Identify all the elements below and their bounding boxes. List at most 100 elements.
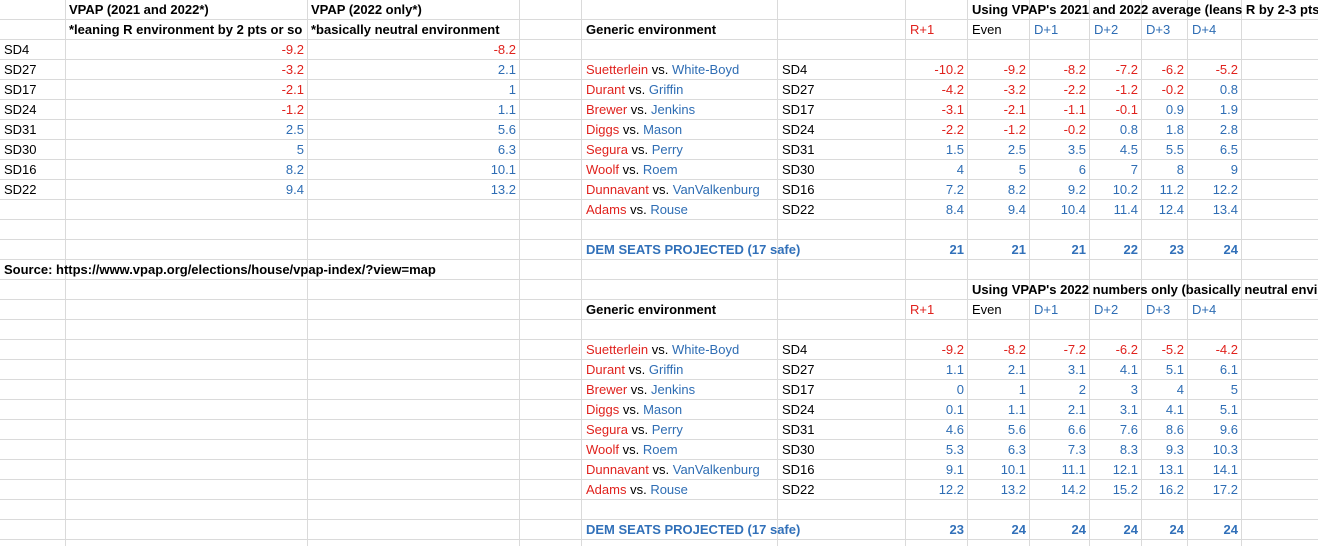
projected-margin[interactable]: 4 [1142, 380, 1184, 400]
district-label[interactable]: SD22 [4, 180, 37, 200]
matchup-district[interactable]: SD24 [782, 120, 815, 140]
projected-margin[interactable]: 6.3 [968, 440, 1026, 460]
vpap-avg-margin[interactable]: 2.5 [66, 120, 304, 140]
projected-margin[interactable]: 8.4 [906, 200, 964, 220]
projected-margin[interactable]: 12.2 [906, 480, 964, 500]
projected-margin[interactable]: 2.5 [968, 140, 1026, 160]
dem-seats-count[interactable]: 21 [906, 240, 964, 260]
matchup-cell[interactable]: Adams vs. Rouse [586, 200, 688, 220]
matchup-district[interactable]: SD30 [782, 160, 815, 180]
projected-margin[interactable]: 0.8 [1188, 80, 1238, 100]
dem-seats-label[interactable]: DEM SEATS PROJECTED (17 safe) [586, 240, 800, 260]
projected-margin[interactable]: -10.2 [906, 60, 964, 80]
projected-margin[interactable]: 5.1 [1188, 400, 1238, 420]
environment-header[interactable]: D+2 [1094, 20, 1118, 40]
matchup-cell[interactable]: Diggs vs. Mason [586, 400, 682, 420]
projected-margin[interactable]: 11.2 [1142, 180, 1184, 200]
projected-margin[interactable]: -4.2 [906, 80, 964, 100]
matchup-district[interactable]: SD4 [782, 60, 807, 80]
generic-environment-label[interactable]: Generic environment [586, 20, 716, 40]
projected-margin[interactable]: 0.1 [906, 400, 964, 420]
projected-margin[interactable]: 6.5 [1188, 140, 1238, 160]
vpap-avg-margin[interactable]: 9.4 [66, 180, 304, 200]
dem-seats-count[interactable]: 24 [1030, 520, 1086, 540]
projected-margin[interactable]: 6.1 [1188, 360, 1238, 380]
matchup-district[interactable]: SD17 [782, 380, 815, 400]
projected-margin[interactable]: 13.2 [968, 480, 1026, 500]
projected-margin[interactable]: 9.1 [906, 460, 964, 480]
projected-margin[interactable]: 0.8 [1090, 120, 1138, 140]
projected-margin[interactable]: -5.2 [1188, 60, 1238, 80]
vpap-avg-header[interactable]: VPAP (2021 and 2022*) [69, 0, 209, 20]
projected-margin[interactable]: 5.6 [968, 420, 1026, 440]
projected-margin[interactable]: 4.1 [1142, 400, 1184, 420]
environment-header[interactable]: D+1 [1034, 300, 1058, 320]
projected-margin[interactable]: 1.8 [1142, 120, 1184, 140]
matchup-district[interactable]: SD22 [782, 480, 815, 500]
vpap-avg-margin[interactable]: 5 [66, 140, 304, 160]
projected-margin[interactable]: -2.1 [968, 100, 1026, 120]
vpap-2022-note[interactable]: *basically neutral environment [311, 20, 500, 40]
dem-seats-count[interactable]: 24 [1142, 520, 1184, 540]
matchup-cell[interactable]: Dunnavant vs. VanValkenburg [586, 460, 760, 480]
matchup-district[interactable]: SD22 [782, 200, 815, 220]
projected-margin[interactable]: 9.4 [968, 200, 1026, 220]
projected-margin[interactable]: 1.5 [906, 140, 964, 160]
projected-margin[interactable]: -9.2 [906, 340, 964, 360]
projected-margin[interactable]: 0 [906, 380, 964, 400]
projected-margin[interactable]: 14.2 [1030, 480, 1086, 500]
projected-margin[interactable]: -7.2 [1090, 60, 1138, 80]
vpap-avg-margin[interactable]: -3.2 [66, 60, 304, 80]
dem-seats-count[interactable]: 24 [1188, 520, 1238, 540]
dem-seats-count[interactable]: 24 [1188, 240, 1238, 260]
projected-margin[interactable]: 5 [1188, 380, 1238, 400]
projected-margin[interactable]: -1.2 [968, 120, 1026, 140]
projected-margin[interactable]: 1.1 [968, 400, 1026, 420]
projected-margin[interactable]: 6 [1030, 160, 1086, 180]
district-label[interactable]: SD16 [4, 160, 37, 180]
environment-header[interactable]: R+1 [910, 300, 934, 320]
dem-seats-count[interactable]: 23 [906, 520, 964, 540]
matchup-cell[interactable]: Durant vs. Griffin [586, 80, 683, 100]
dem-seats-count[interactable]: 23 [1142, 240, 1184, 260]
matchup-district[interactable]: SD31 [782, 140, 815, 160]
environment-header[interactable]: D+4 [1192, 300, 1216, 320]
matchup-cell[interactable]: Segura vs. Perry [586, 140, 683, 160]
projected-margin[interactable]: -4.2 [1188, 340, 1238, 360]
matchup-district[interactable]: SD16 [782, 180, 815, 200]
projected-margin[interactable]: 3.1 [1090, 400, 1138, 420]
district-label[interactable]: SD31 [4, 120, 37, 140]
projected-margin[interactable]: -0.1 [1090, 100, 1138, 120]
projected-margin[interactable]: 9 [1188, 160, 1238, 180]
projected-margin[interactable]: -6.2 [1142, 60, 1184, 80]
projected-margin[interactable]: 10.3 [1188, 440, 1238, 460]
projected-margin[interactable]: 12.1 [1090, 460, 1138, 480]
projected-margin[interactable]: -0.2 [1142, 80, 1184, 100]
matchup-cell[interactable]: Suetterlein vs. White-Boyd [586, 340, 739, 360]
environment-header[interactable]: D+4 [1192, 20, 1216, 40]
projected-margin[interactable]: -8.2 [1030, 60, 1086, 80]
projected-margin[interactable]: 14.1 [1188, 460, 1238, 480]
matchup-cell[interactable]: Woolf vs. Roem [586, 160, 678, 180]
projected-margin[interactable]: -6.2 [1090, 340, 1138, 360]
projected-margin[interactable]: -1.2 [1090, 80, 1138, 100]
environment-header[interactable]: Even [972, 20, 1002, 40]
projected-margin[interactable]: 1.1 [906, 360, 964, 380]
projected-margin[interactable]: 2 [1030, 380, 1086, 400]
projected-margin[interactable]: 10.2 [1090, 180, 1138, 200]
projected-margin[interactable]: 7 [1090, 160, 1138, 180]
matchup-cell[interactable]: Diggs vs. Mason [586, 120, 682, 140]
projected-margin[interactable]: 9.2 [1030, 180, 1086, 200]
vpap-2022-margin[interactable]: 5.6 [308, 120, 516, 140]
matchup-cell[interactable]: Woolf vs. Roem [586, 440, 678, 460]
projected-margin[interactable]: 8 [1142, 160, 1184, 180]
projected-margin[interactable]: 6.6 [1030, 420, 1086, 440]
projected-margin[interactable]: -7.2 [1030, 340, 1086, 360]
projected-margin[interactable]: 3.5 [1030, 140, 1086, 160]
projected-margin[interactable]: 7.2 [906, 180, 964, 200]
district-label[interactable]: SD17 [4, 80, 37, 100]
projected-margin[interactable]: 8.2 [968, 180, 1026, 200]
matchup-cell[interactable]: Brewer vs. Jenkins [586, 100, 695, 120]
matchup-district[interactable]: SD17 [782, 100, 815, 120]
projected-margin[interactable]: 4 [906, 160, 964, 180]
